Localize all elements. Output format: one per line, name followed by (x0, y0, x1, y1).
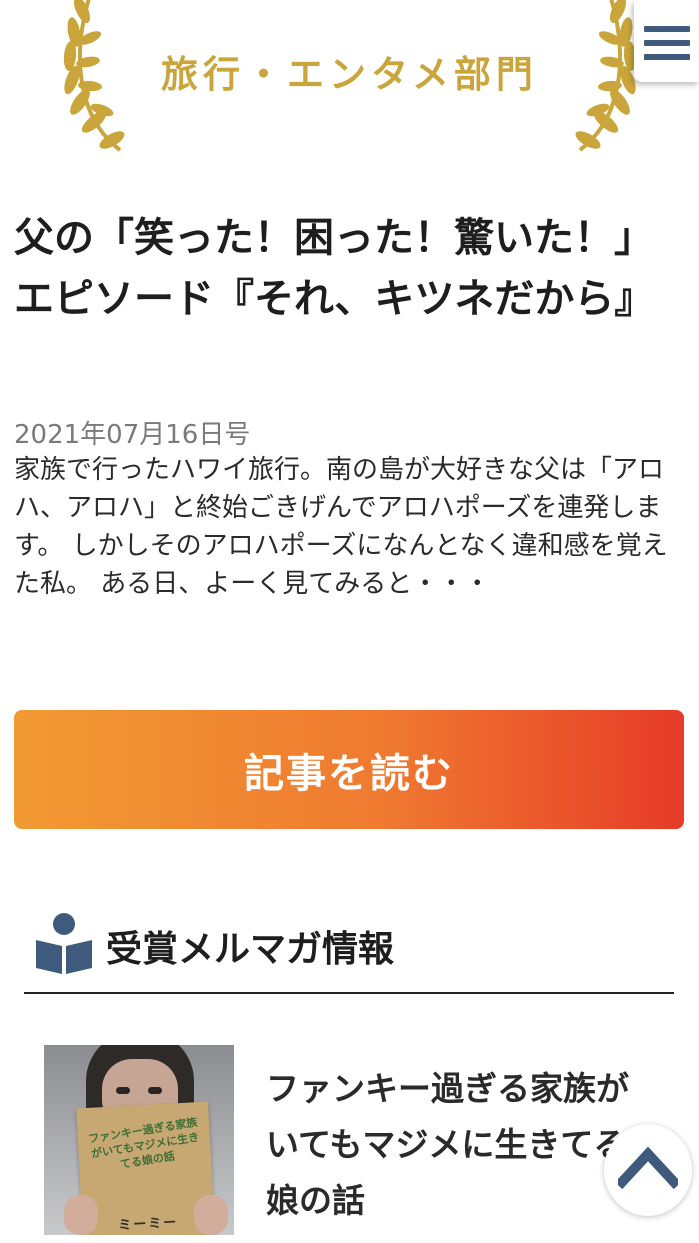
newsletter-thumbnail[interactable]: ファンキー過ぎる家族がいてもマジメに生きてる娘の話 ミーミー (44, 1045, 234, 1235)
hamburger-icon-bar (644, 40, 690, 46)
section-divider (24, 992, 674, 994)
menu-button[interactable] (634, 0, 699, 82)
hamburger-icon-bar (644, 54, 690, 60)
section-heading-label: 受賞メルマガ情報 (106, 929, 395, 970)
section-heading: 受賞メルマガ情報 (34, 912, 674, 976)
read-article-button[interactable]: 記事を読む (14, 710, 684, 829)
thumbnail-eye (148, 1087, 162, 1094)
thumbnail-hand (64, 1195, 98, 1235)
scroll-to-top-button[interactable] (604, 1124, 692, 1216)
article-date: 2021年07月16日号 (14, 420, 251, 450)
thumbnail-book-title: ファンキー過ぎる家族がいてもマジメに生きてる娘の話 (87, 1115, 201, 1172)
book-reader-icon (36, 913, 92, 974)
award-category-title: 旅行・エンタメ部門 (161, 53, 538, 96)
newsletter-title[interactable]: ファンキー過ぎる家族がいてもマジメに生きてる娘の話 (266, 1061, 646, 1229)
thumbnail-eye (116, 1087, 130, 1094)
article-title[interactable]: 父の「笑った！困った！驚いた！」エピソード『それ、キツネだから』 (14, 208, 664, 330)
award-header: 旅行・エンタメ部門 (0, 0, 699, 160)
newsletter-card[interactable]: ファンキー過ぎる家族がいてもマジメに生きてる娘の話 ミーミー ファンキー過ぎる家… (44, 1045, 684, 1243)
chevron-up-icon (618, 1146, 678, 1190)
hamburger-icon (644, 26, 690, 32)
thumbnail-hand (194, 1195, 228, 1235)
article-excerpt: 家族で行ったハワイ旅行。南の島が大好きな父は「アロハ、アロハ」と終始ごきげんでア… (14, 455, 668, 599)
